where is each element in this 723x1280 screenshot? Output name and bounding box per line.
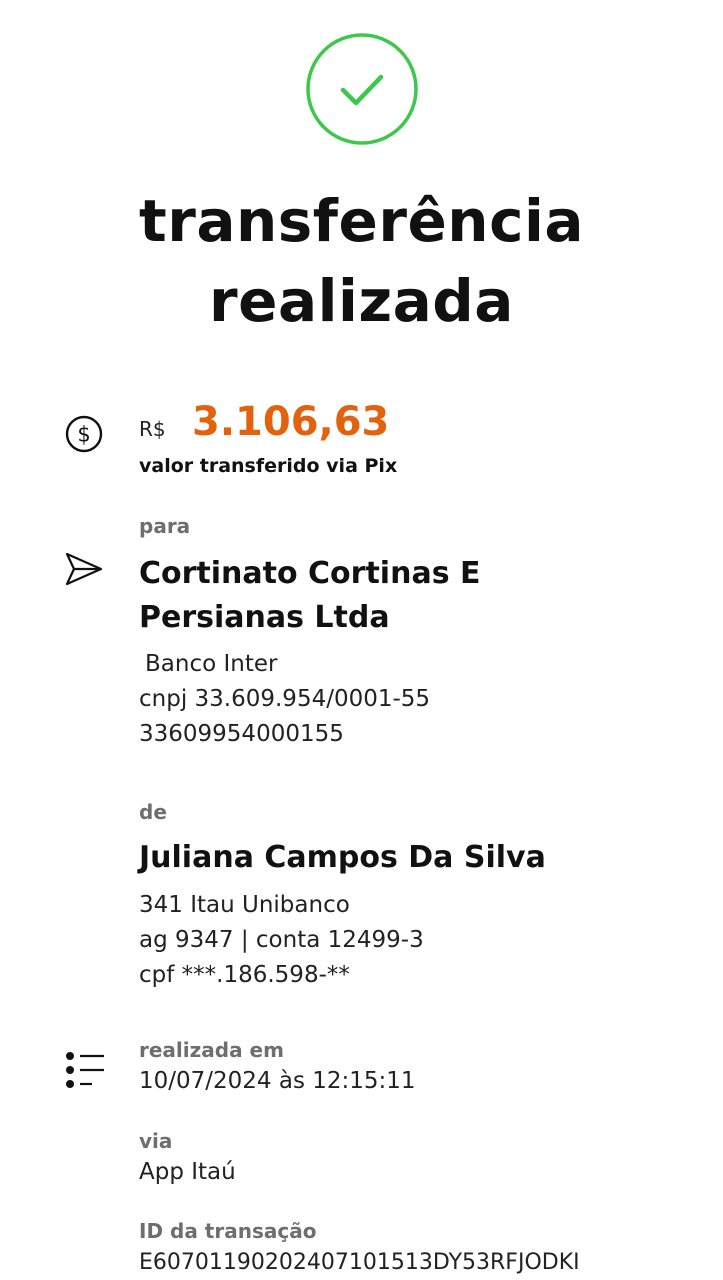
page-title-line2: realizada [209,267,514,335]
recipient-label: para [139,514,191,538]
date-value: 10/07/2024 às 12:15:11 [139,1068,416,1094]
sender-bank: 341 Itau Unibanco [139,892,350,918]
sender-account: ag 9347 | conta 12499-3 [139,927,424,953]
currency-symbol: R$ [139,417,166,441]
list-icon [64,1050,106,1092]
sender-label: de [139,800,167,824]
page-title-line1: transferência [139,187,584,255]
sender-name: Juliana Campos Da Silva [139,840,546,875]
via-value: App Itaú [139,1159,236,1185]
transaction-id-label: ID da transação [139,1219,317,1243]
amount-caption: valor transferido via Pix [139,455,398,477]
recipient-name-line1: Cortinato Cortinas E [139,556,481,591]
dollar-circle-icon: $ [64,414,104,454]
via-label: via [139,1129,173,1153]
recipient-bank: Banco Inter [145,651,278,677]
check-circle-icon [305,32,419,146]
recipient-name-line2: Persianas Ltda [139,600,390,635]
recipient-key: 33609954000155 [139,721,344,747]
sender-cpf: cpf ***.186.598-** [139,962,350,988]
send-icon [64,550,104,588]
transaction-id-value: E60701190202407101513DY53RFJODKI [139,1250,580,1275]
svg-text:$: $ [77,423,90,447]
date-label: realizada em [139,1038,284,1062]
transfer-amount: 3.106,63 [192,399,390,445]
recipient-cnpj: cnpj 33.609.954/0001-55 [139,686,431,712]
